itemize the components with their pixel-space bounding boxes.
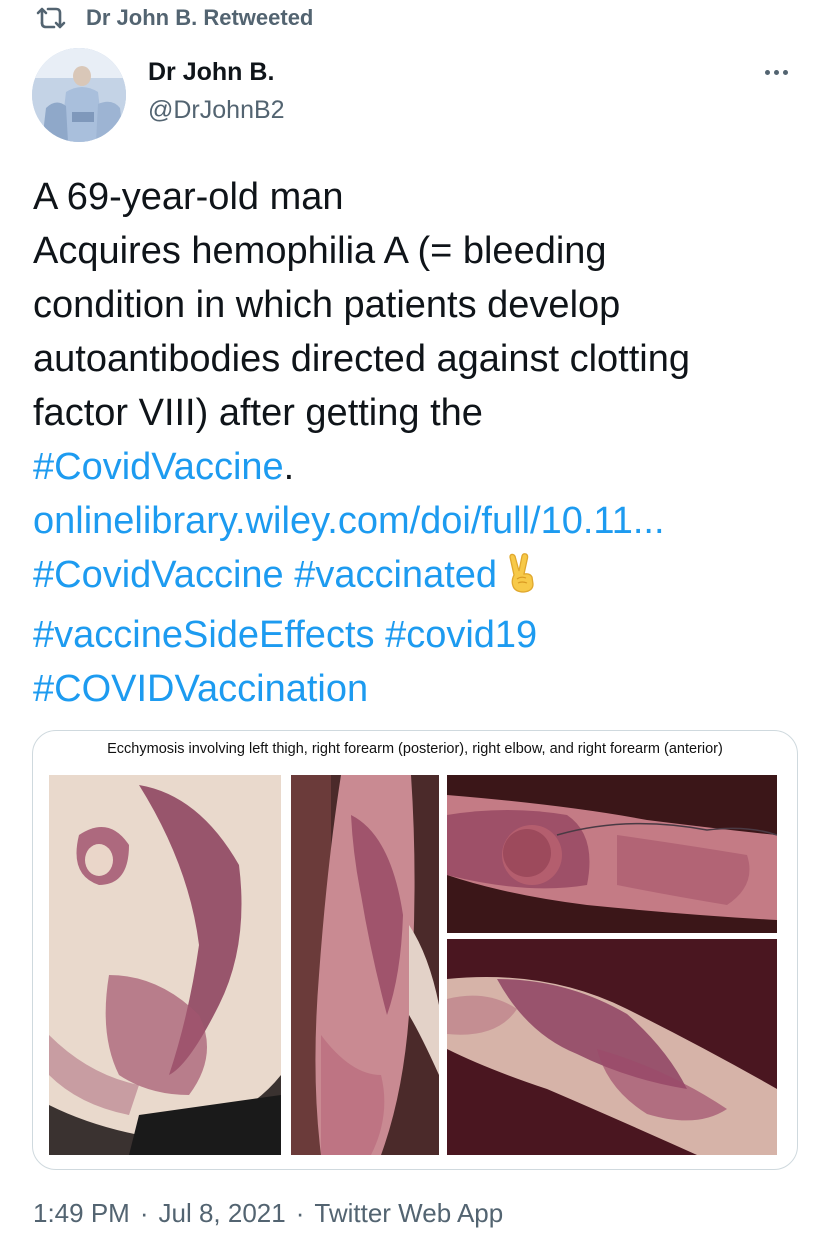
separator: · [295, 1198, 305, 1228]
retweet-icon [36, 7, 66, 29]
article-link[interactable]: onlinelibrary.wiley.com/doi/full/10.11..… [33, 500, 665, 542]
media-image[interactable]: Ecchymosis involving left thigh, right f… [32, 730, 798, 1170]
author-name[interactable]: Dr John B. [148, 58, 274, 87]
hashtag-vaccinated[interactable]: #vaccinated [294, 554, 497, 596]
tweet-line: #CovidVaccine. [33, 440, 803, 494]
hashtag-vaccinesideeffects[interactable]: #vaccineSideEffects [33, 614, 375, 656]
tweet-line: #vaccineSideEffects #covid19 [33, 608, 803, 662]
photo-forearm-posterior [291, 775, 439, 1155]
tweet-line: #COVIDVaccination [33, 662, 803, 716]
hashtag-covidvaccination[interactable]: #COVIDVaccination [33, 668, 368, 710]
tweet-line: autoantibodies directed against clotting [33, 338, 691, 380]
tweet-text: A 69-year-old man Acquires hemophilia A … [33, 170, 803, 716]
more-dot-icon [782, 69, 788, 75]
tweet-line: Acquires hemophilia A (= bleeding [33, 230, 607, 272]
author-handle[interactable]: @DrJohnB2 [148, 96, 285, 125]
avatar[interactable] [32, 48, 126, 142]
media-caption: Ecchymosis involving left thigh, right f… [107, 741, 723, 757]
tweet-date[interactable]: Jul 8, 2021 [159, 1198, 286, 1229]
photo-forearm-anterior [447, 939, 777, 1155]
more-dot-icon [773, 69, 779, 75]
tweet-time[interactable]: 1:49 PM [33, 1198, 130, 1229]
period: . [283, 446, 295, 488]
tweet-line: A 69-year-old man [33, 176, 344, 218]
tweet-meta: 1:49 PM · Jul 8, 2021 · Twitter Web App [33, 1198, 503, 1229]
tweet-line: onlinelibrary.wiley.com/doi/full/10.11..… [33, 494, 803, 548]
photo-right-elbow [447, 775, 777, 933]
retweet-label: Dr John B. Retweeted [86, 5, 314, 30]
hashtag-covidvaccine[interactable]: #CovidVaccine [33, 446, 284, 488]
hashtag-covid19[interactable]: #covid19 [385, 614, 537, 656]
tweet-source[interactable]: Twitter Web App [314, 1198, 503, 1229]
tweet-line: #CovidVaccine #vaccinated [33, 548, 803, 608]
separator: · [139, 1198, 149, 1228]
avatar-image [32, 48, 126, 142]
victory-hand-icon [505, 553, 539, 608]
tweet-line: factor VIII) after getting the [33, 392, 483, 434]
hashtag-covidvaccine[interactable]: #CovidVaccine [33, 554, 284, 596]
tweet-line: condition in which patients develop [33, 284, 621, 326]
more-dot-icon [764, 69, 770, 75]
retweet-header[interactable]: Dr John B. Retweeted [36, 4, 313, 32]
photo-left-thigh [49, 775, 281, 1155]
more-options-button[interactable] [758, 58, 794, 86]
